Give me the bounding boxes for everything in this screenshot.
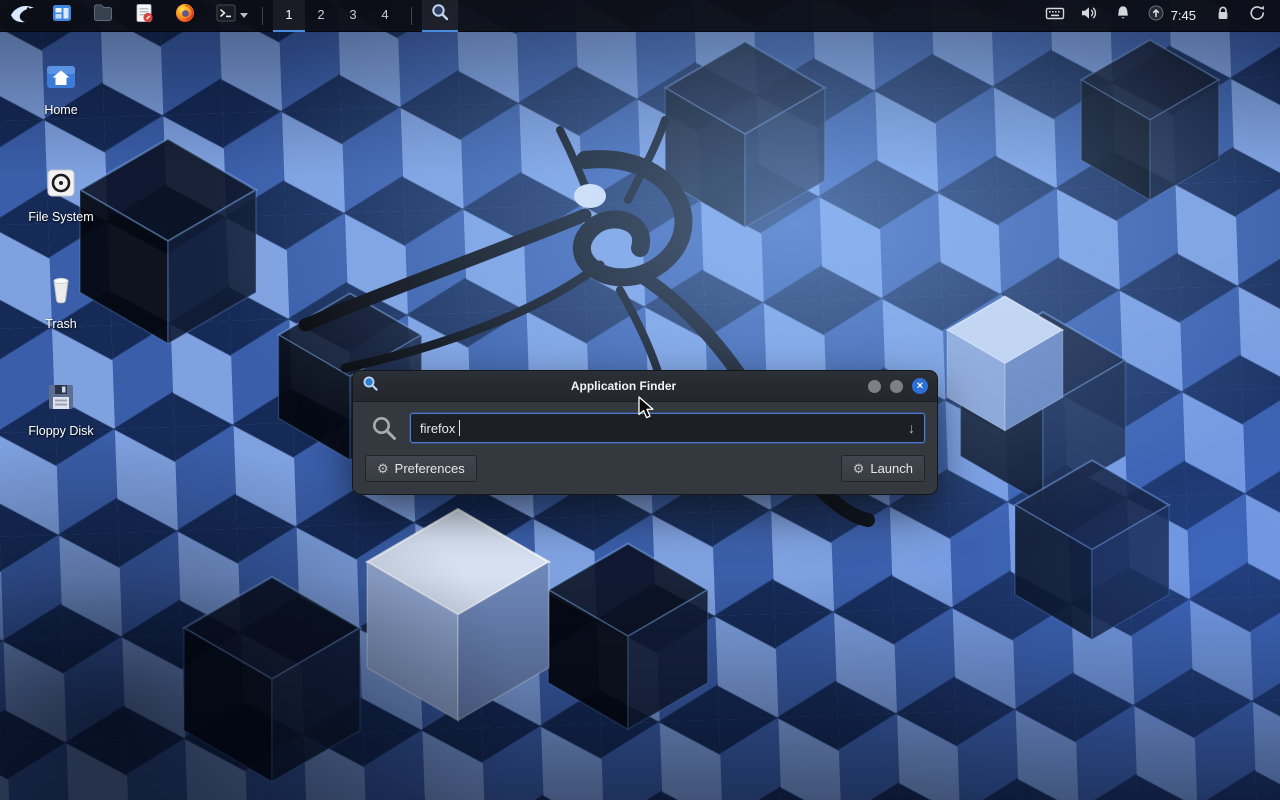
folder-icon — [92, 2, 114, 29]
keyboard-indicator-icon[interactable] — [1045, 4, 1065, 27]
desktop-icon-trash[interactable]: Trash — [14, 260, 108, 367]
preferences-button[interactable]: ⚙ Preferences — [365, 455, 477, 482]
top-panel: 1 2 3 4 — [0, 0, 1280, 32]
application-finder-window: Application Finder × firefox — [352, 370, 938, 495]
notifications-bell-icon[interactable] — [1114, 4, 1132, 27]
dropdown-arrow-icon[interactable]: ↓ — [908, 420, 915, 436]
file-manager-launcher[interactable] — [47, 2, 77, 30]
terminal-launcher[interactable] — [211, 2, 252, 30]
panel-separator — [411, 7, 412, 25]
workspace-4[interactable]: 4 — [369, 0, 401, 32]
panel-launchers — [47, 2, 252, 30]
search-input[interactable]: firefox ↓ — [410, 413, 925, 443]
updates-status-icon[interactable] — [1147, 4, 1165, 27]
system-tray — [1045, 4, 1165, 27]
window-title: Application Finder — [379, 379, 868, 393]
launch-button-label: Launch — [870, 461, 913, 476]
panel-separator — [262, 7, 263, 25]
search-icon — [371, 415, 398, 442]
launch-button[interactable]: ⚙ Launch — [841, 455, 925, 482]
maximize-button[interactable] — [890, 380, 903, 393]
desktop-icon-list: Home File System Trash — [14, 46, 108, 474]
buttons-row: ⚙ Preferences ⚙ Launch — [365, 455, 925, 482]
firefox-icon — [174, 2, 196, 29]
minimize-button[interactable] — [868, 380, 881, 393]
desktop-icon-label: Trash — [45, 317, 77, 331]
gear-icon: ⚙ — [377, 462, 389, 475]
volume-icon[interactable] — [1080, 4, 1099, 27]
lock-screen-icon[interactable] — [1214, 4, 1232, 27]
panel-clock[interactable]: 7:45 — [1171, 8, 1196, 23]
tasklist-application-finder[interactable] — [422, 0, 458, 32]
trash-icon — [44, 272, 78, 308]
applications-menu-button[interactable] — [6, 2, 39, 30]
workspace-2[interactable]: 2 — [305, 0, 337, 32]
desktop-icon-file-system[interactable]: File System — [14, 153, 108, 260]
folder-launcher[interactable] — [88, 2, 118, 30]
terminal-dropdown-caret-icon[interactable] — [240, 13, 248, 18]
file-system-drive-icon — [44, 165, 78, 201]
floppy-disk-icon — [44, 379, 78, 415]
home-folder-icon — [44, 58, 78, 94]
logout-icon[interactable] — [1248, 4, 1266, 27]
text-editor-launcher[interactable] — [129, 2, 159, 30]
file-manager-icon — [51, 2, 73, 29]
desktop: Home File System Trash — [0, 0, 1280, 800]
panel-actions — [1214, 4, 1266, 27]
desktop-icon-label: Home — [44, 103, 77, 117]
desktop-icon-home[interactable]: Home — [14, 46, 108, 153]
launch-icon: ⚙ — [853, 462, 865, 475]
text-caret — [459, 420, 460, 436]
close-button[interactable]: × — [912, 378, 928, 394]
kali-logo-icon — [10, 3, 35, 29]
desktop-icon-label: Floppy Disk — [28, 424, 93, 438]
text-editor-icon — [133, 2, 155, 29]
window-controls: × — [868, 378, 928, 394]
workspace-switcher: 1 2 3 4 — [273, 0, 401, 32]
search-input-value: firefox — [420, 421, 455, 436]
application-finder-task-icon — [430, 2, 450, 27]
firefox-launcher[interactable] — [170, 2, 200, 30]
workspace-1[interactable]: 1 — [273, 0, 305, 32]
workspace-3[interactable]: 3 — [337, 0, 369, 32]
mouse-cursor — [637, 396, 659, 420]
preferences-button-label: Preferences — [395, 461, 465, 476]
terminal-icon — [215, 2, 237, 29]
application-finder-window-icon — [362, 375, 379, 397]
desktop-icon-floppy-disk[interactable]: Floppy Disk — [14, 367, 108, 474]
desktop-icon-label: File System — [28, 210, 93, 224]
